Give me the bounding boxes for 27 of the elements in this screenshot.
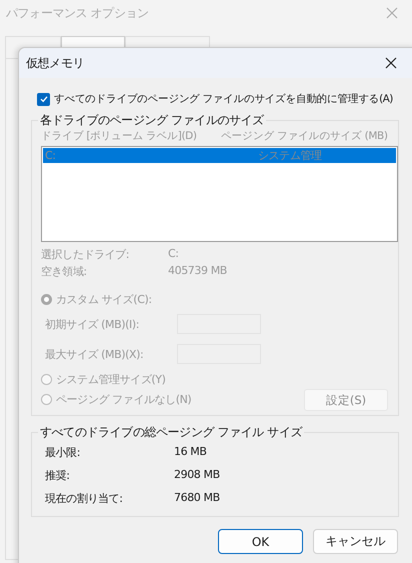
total-value: 16 MB [174,445,208,460]
radio-label: システム管理サイズ(Y) [56,372,166,386]
field-label: 最大サイズ (MB)(X): [45,346,144,362]
radio-label: ページング ファイルなし(N) [56,392,192,406]
dialog-button[interactable]: OK [218,529,303,554]
total-value: 2908 MB [174,468,221,483]
close-icon[interactable] [385,57,397,69]
total-value: 7680 MB [174,491,221,506]
checkbox[interactable] [37,92,50,106]
info-label: 空き領域: [41,264,88,279]
total-label: 推奨: [45,468,71,483]
checkbox-label: すべてのドライブのページング ファイルのサイズを自動的に管理する(A) [54,92,393,106]
radio-label: カスタム サイズ(C): [56,292,152,306]
group-title: 各ドライブのページング ファイルのサイズ [39,112,265,129]
dialog-title: 仮想メモリ [26,54,84,72]
total-label: 最小限: [45,445,82,460]
info-value: C: [168,247,180,262]
total-label: 現在の割り当て: [45,491,124,506]
field-label: 初期サイズ (MB)(I): [45,316,140,332]
column-header: ページング ファイルのサイズ (MB) [221,129,388,143]
info-label: 選択したドライブ: [41,247,130,262]
group-title: すべてのドライブの総ページング ファイル サイズ [39,424,304,441]
dialog-button[interactable]: キャンセル [313,529,398,554]
column-header: ドライブ [ボリューム ラベル](D) [41,129,198,143]
check-icon [38,94,48,104]
window-title: パフォーマンス オプション [6,4,149,22]
info-value: 405739 MB [168,264,228,279]
